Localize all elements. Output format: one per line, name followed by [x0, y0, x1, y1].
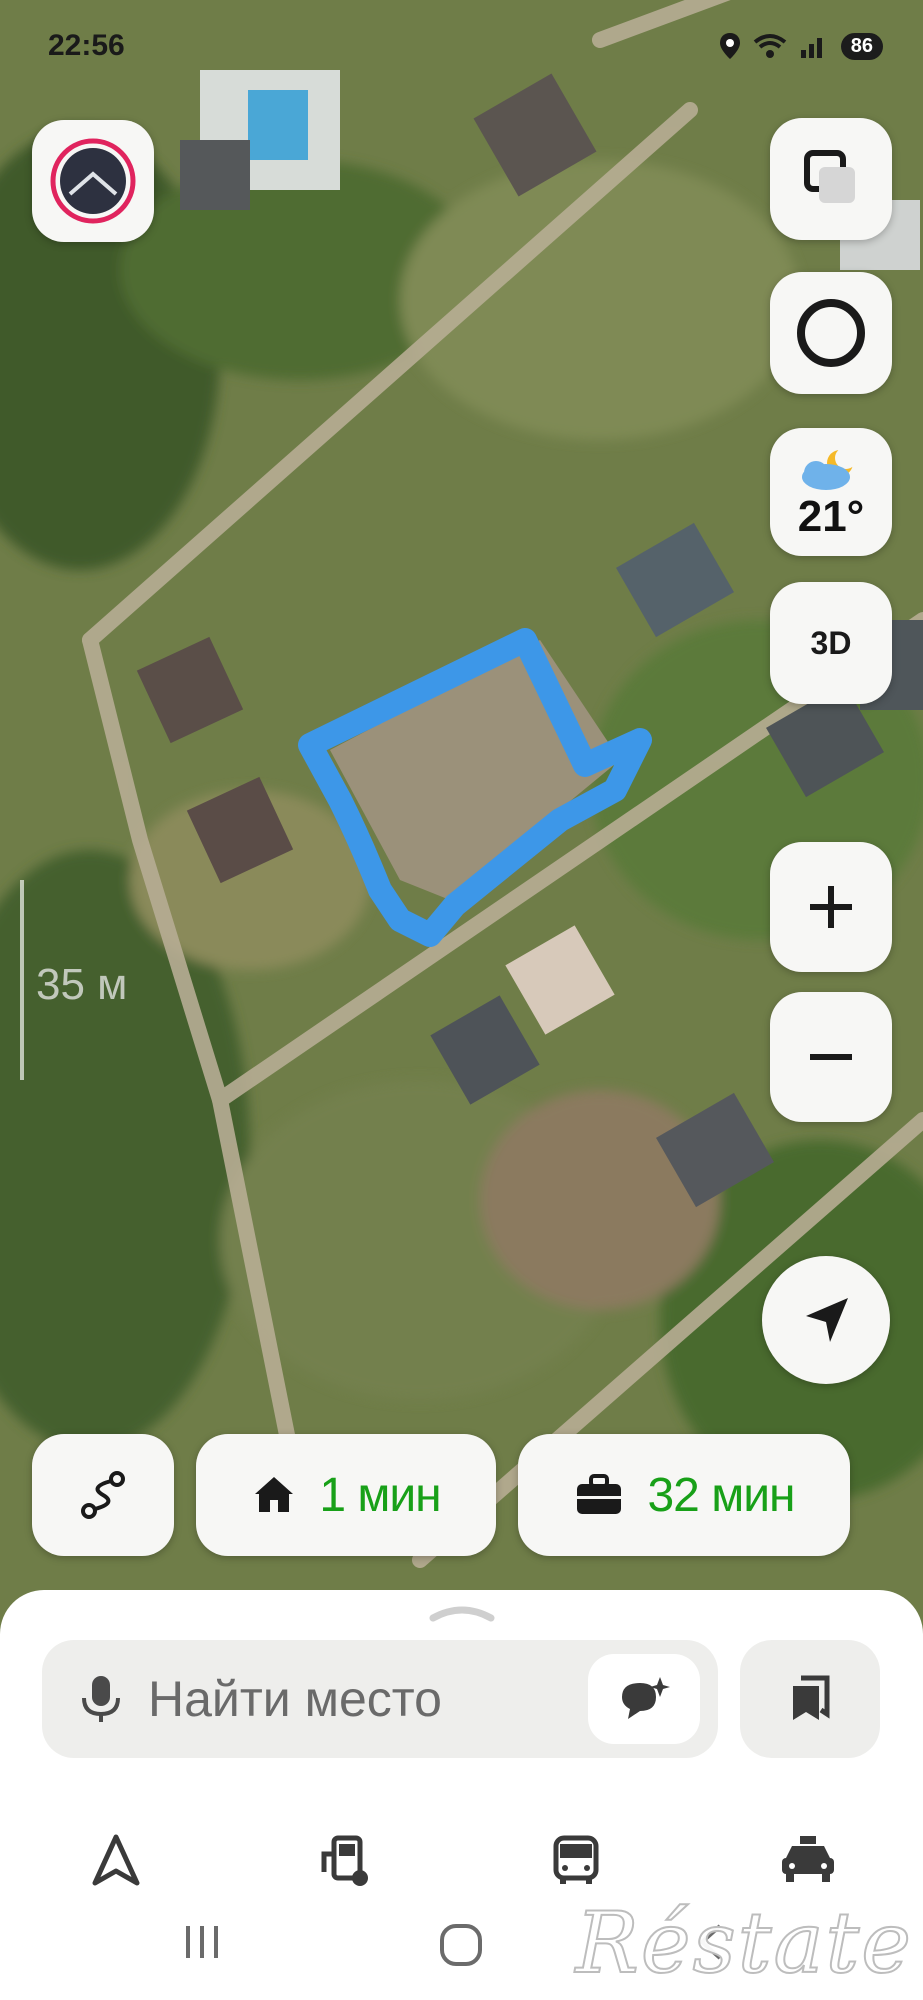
wifi-icon [753, 34, 786, 58]
fuel-station-icon [321, 1835, 368, 1886]
home-travel-time: 1 мин [319, 1468, 441, 1522]
watermark: Réstate [575, 1893, 913, 1993]
map-scale-label: 35 м [36, 960, 128, 1009]
profile-avatar-button[interactable] [32, 120, 154, 242]
status-icons: 86 [719, 32, 883, 60]
layers-button[interactable] [770, 118, 892, 240]
view-3d-button[interactable]: 3D [770, 582, 892, 704]
battery-level: 86 [840, 32, 883, 60]
zoom-in-button[interactable] [770, 842, 892, 972]
ai-chat-sparkle-icon [622, 1677, 670, 1719]
briefcase-icon [577, 1474, 622, 1514]
alice-assistant-icon [797, 299, 865, 367]
navigator-icon [92, 1834, 140, 1886]
zoom-out-button[interactable] [770, 992, 892, 1122]
assistant-button[interactable] [770, 272, 892, 394]
partly-cloudy-night-icon [802, 447, 857, 490]
route-icon [81, 1471, 125, 1519]
weather-temperature: 21° [797, 492, 865, 541]
home-nav-icon[interactable] [436, 1920, 486, 1970]
bus-icon [553, 1835, 599, 1884]
home-icon [255, 1477, 294, 1512]
map-scale-bar [20, 880, 24, 1080]
navigation-arrow-icon [806, 1298, 848, 1342]
route-button[interactable] [32, 1434, 174, 1556]
recent-apps-icon[interactable] [180, 1920, 224, 1964]
my-location-button[interactable] [762, 1256, 890, 1384]
bookmarks-icon [793, 1675, 830, 1720]
search-placeholder[interactable]: Найти место [148, 1670, 442, 1728]
search-bar[interactable]: Найти место [42, 1640, 718, 1758]
status-time: 22:56 [48, 29, 125, 62]
minus-icon [810, 1054, 852, 1060]
bookmarks-button[interactable] [740, 1640, 880, 1758]
layers-icon [804, 150, 855, 203]
signal-icon [800, 38, 822, 58]
avatar-icon [50, 138, 136, 224]
view-3d-label: 3D [810, 624, 852, 661]
sheet-handle-icon[interactable] [427, 1600, 497, 1624]
work-shortcut[interactable]: 32 мин [518, 1434, 850, 1556]
home-shortcut[interactable]: 1 мин [196, 1434, 496, 1556]
plus-icon [810, 886, 852, 928]
work-travel-time: 32 мин [647, 1468, 795, 1522]
location-icon [719, 33, 740, 59]
taxi-icon [782, 1836, 834, 1882]
ai-assistant-button[interactable] [588, 1654, 700, 1744]
weather-widget[interactable]: 21° [770, 428, 892, 556]
microphone-icon[interactable] [78, 1672, 124, 1726]
status-bar: 22:56 86 [48, 26, 883, 66]
